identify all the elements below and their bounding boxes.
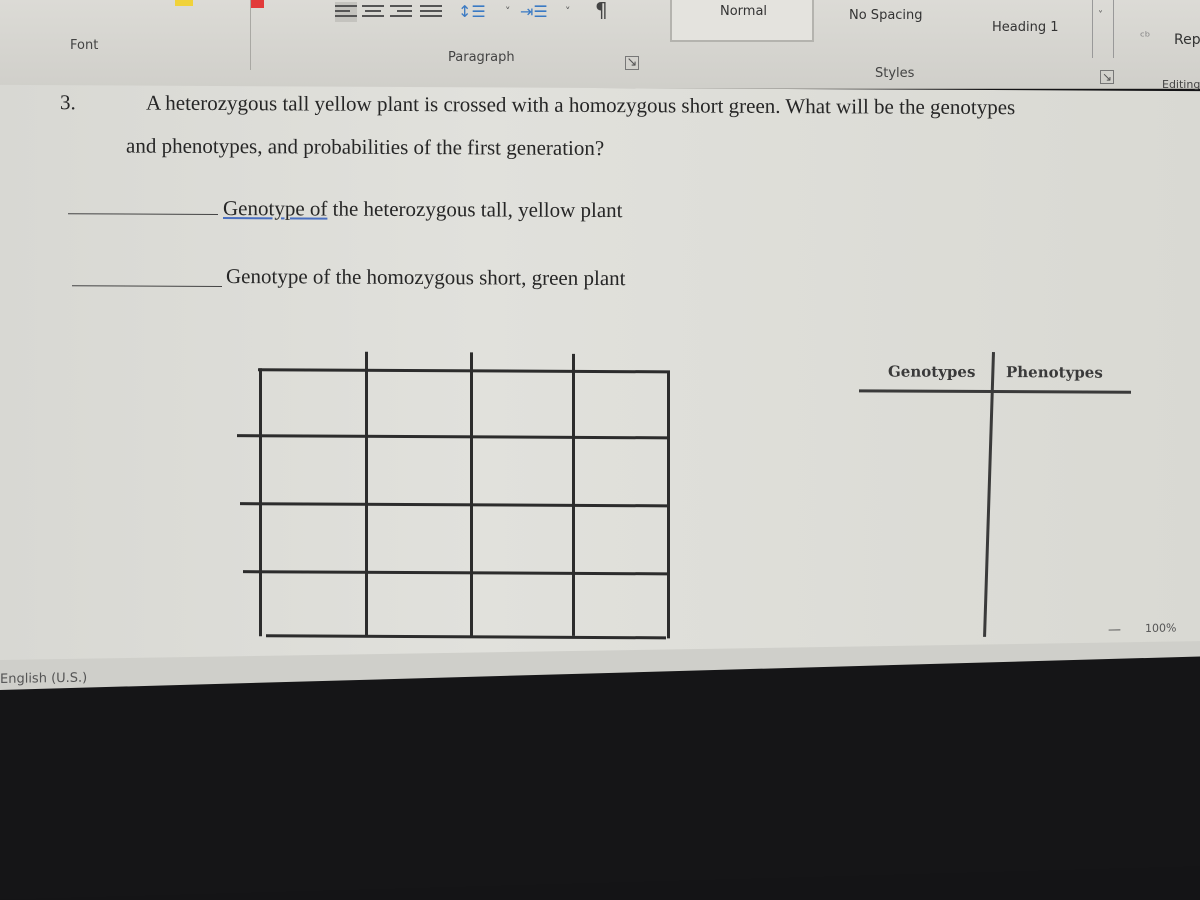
punnett-cell[interactable] <box>262 568 363 634</box>
question-number: 3. <box>60 90 76 115</box>
punnett-cell[interactable] <box>465 372 566 438</box>
justify-icon[interactable] <box>420 2 442 22</box>
editing-group-label: Editing <box>1162 78 1200 91</box>
replace-label: Rep <box>1174 32 1200 48</box>
grid-line <box>667 372 670 639</box>
punnett-cell[interactable] <box>465 438 566 504</box>
font-group-label: Font <box>70 38 99 53</box>
font-color-swatch[interactable] <box>250 0 264 8</box>
punnett-cell[interactable] <box>465 570 566 636</box>
punnett-cells <box>262 371 667 636</box>
style-no-spacing[interactable]: No Spacing <box>812 0 962 40</box>
styles-more-button[interactable]: ˅ <box>1092 0 1114 58</box>
paragraph-dialog-launcher-icon[interactable]: ↘ <box>625 56 639 70</box>
group-separator <box>250 0 251 70</box>
punnett-cell[interactable] <box>363 372 464 438</box>
styles-dialog-launcher-icon[interactable]: ↘ <box>1100 70 1114 84</box>
language-indicator[interactable]: English (U.S.) <box>0 671 87 687</box>
style-heading-1[interactable]: Heading 1 <box>962 0 1092 40</box>
style-normal-label: Normal <box>720 4 768 19</box>
punnett-cell[interactable] <box>262 503 363 569</box>
chevron-down-icon: ˅ <box>1098 10 1103 21</box>
t-chart-header-genotypes: Genotypes <box>888 362 976 381</box>
prompt-1-rest: the heterozygous tall, yellow plant <box>327 196 623 223</box>
punnett-cell[interactable] <box>566 373 667 439</box>
line-spacing-icon[interactable]: ↕☰ <box>458 4 486 20</box>
align-right-icon[interactable] <box>390 2 412 22</box>
question-line-1: A heterozygous tall yellow plant is cros… <box>146 90 1016 120</box>
zoom-level[interactable]: 100% <box>1145 622 1176 635</box>
t-chart-header-phenotypes: Phenotypes <box>1006 363 1103 382</box>
answer-blank-2[interactable] <box>72 285 222 288</box>
answer-blank-1[interactable] <box>68 213 218 215</box>
punnett-cell[interactable] <box>262 437 363 503</box>
style-heading-1-label: Heading 1 <box>992 20 1059 35</box>
document-page[interactable]: 3. A heterozygous tall yellow plant is c… <box>0 84 1200 672</box>
question-line-2: and phenotypes, and probabilities of the… <box>126 133 605 161</box>
prompt-2: Genotype of the homozygous short, green … <box>226 264 626 291</box>
style-normal[interactable]: Normal <box>670 0 814 42</box>
replace-icon: ᶜᵇ <box>1140 30 1151 45</box>
indent-icon[interactable]: ⇥☰ <box>520 4 548 20</box>
prompt-1: Genotype of the heterozygous tall, yello… <box>223 196 622 223</box>
punnett-cell[interactable] <box>363 569 464 635</box>
punnett-cell[interactable] <box>566 439 667 505</box>
punnett-cell[interactable] <box>363 438 464 504</box>
punnett-cell[interactable] <box>465 504 566 570</box>
style-no-spacing-label: No Spacing <box>849 8 923 23</box>
highlight-color-swatch[interactable] <box>175 0 193 6</box>
punnett-cell[interactable] <box>566 570 667 636</box>
punnett-cell[interactable] <box>566 504 667 570</box>
ribbon: Font ↕☰ ˅ ⇥☰ ˅ ¶ Paragraph ↘ Normal No S… <box>0 0 1200 91</box>
punnett-cell[interactable] <box>363 503 464 569</box>
punnett-cell[interactable] <box>262 371 363 437</box>
zoom-out-button[interactable]: — <box>1108 622 1121 637</box>
align-left-icon[interactable] <box>335 2 357 22</box>
t-chart-horizontal-line <box>859 389 1131 394</box>
styles-group-label: Styles <box>875 66 915 81</box>
align-center-icon[interactable] <box>362 2 384 22</box>
prompt-1-underlined: Genotype of <box>223 196 328 221</box>
line-spacing-dropdown-icon[interactable]: ˅ <box>505 4 511 20</box>
indent-dropdown-icon[interactable]: ˅ <box>565 4 571 20</box>
pilcrow-icon[interactable]: ¶ <box>595 0 608 20</box>
paragraph-group-label: Paragraph <box>448 50 515 65</box>
word-window: Font ↕☰ ˅ ⇥☰ ˅ ¶ Paragraph ↘ Normal No S… <box>0 0 1200 900</box>
t-chart-vertical-line <box>983 352 995 637</box>
monitor-bezel <box>0 656 1200 900</box>
